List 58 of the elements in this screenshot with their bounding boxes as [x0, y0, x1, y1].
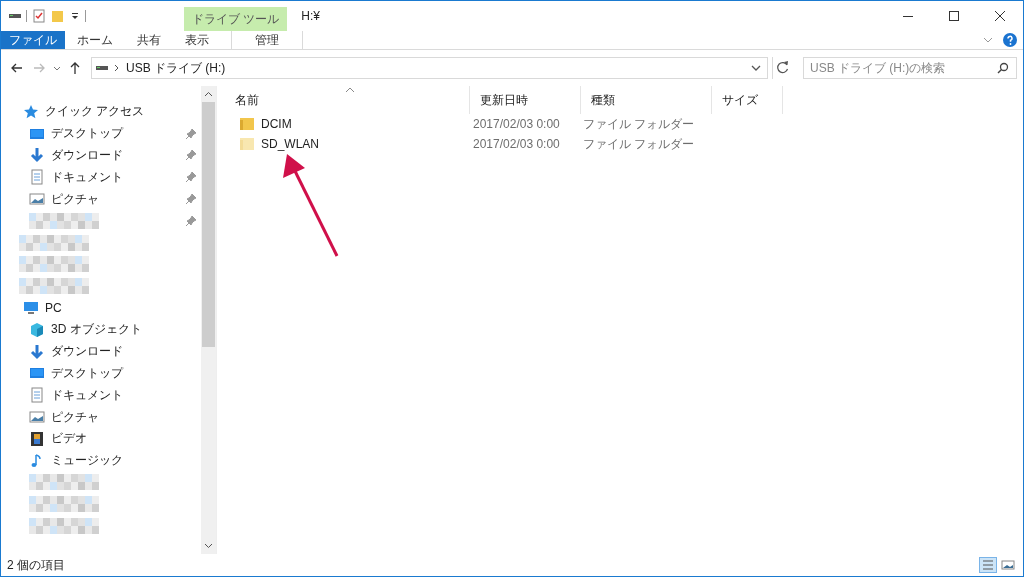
ribbon-tab[interactable]: 表示 [173, 31, 221, 49]
checklist-icon[interactable] [32, 9, 46, 23]
ribbon-tab[interactable]: 管理 [231, 31, 303, 49]
window-title: H:¥ [301, 8, 321, 25]
sidebar-item[interactable]: ダウンロード [1, 144, 201, 167]
pin-icon[interactable] [185, 127, 197, 140]
film-icon [29, 430, 45, 447]
pin-icon[interactable] [185, 193, 197, 206]
pin-icon[interactable] [185, 171, 197, 184]
search-field[interactable]: USB ドライブ (H:)の検索 [803, 57, 1017, 79]
scroll-thumb[interactable] [202, 102, 215, 347]
column-header[interactable]: 名前 [225, 86, 470, 114]
ribbon-tab[interactable]: ホーム [65, 31, 125, 49]
picture-icon [29, 191, 45, 208]
document-icon [29, 169, 45, 186]
sidebar-item[interactable]: ピクチャ [1, 406, 201, 428]
ribbon-tab[interactable]: ファイル [1, 31, 65, 49]
address-bar[interactable]: USB ドライブ (H:) [91, 57, 768, 79]
item-count: 2 個の項目 [7, 556, 65, 574]
large-icons-view-icon[interactable] [999, 557, 1017, 573]
column-header[interactable]: 種類 [581, 86, 712, 114]
sidebar-item[interactable]: クイック アクセス [1, 101, 201, 123]
scrollbar[interactable] [201, 86, 216, 554]
sidebar-item[interactable]: ドキュメント [1, 384, 201, 407]
pin-icon[interactable] [185, 214, 197, 227]
down-arrow-icon [29, 343, 45, 360]
modified-date: 2017/02/03 0:00 [472, 136, 561, 152]
column-header[interactable]: サイズ [712, 86, 783, 114]
file-name[interactable]: DCIM [261, 117, 292, 131]
modified-date: 2017/02/03 0:00 [472, 116, 561, 132]
document-icon [29, 387, 45, 404]
context-tab-group: ドライブ ツール [184, 7, 288, 31]
cube-icon [29, 321, 45, 338]
pixelated-entry [29, 212, 99, 229]
help-icon[interactable] [1003, 33, 1017, 47]
sidebar-item[interactable]: PC [1, 297, 201, 319]
sidebar-item[interactable]: デスクトップ [1, 122, 201, 145]
file-name[interactable]: SD_WLAN [261, 137, 319, 151]
sidebar-item[interactable]: デスクトップ [1, 362, 201, 385]
computer-icon [23, 300, 39, 317]
sidebar-item[interactable]: ピクチャ [1, 188, 201, 210]
sidebar-item[interactable]: ビデオ [1, 427, 201, 450]
address-path: USB ドライブ (H:) [126, 59, 226, 77]
drive-icon[interactable] [9, 14, 21, 18]
column-header[interactable]: 更新日時 [470, 86, 581, 114]
search-icon[interactable] [996, 61, 1010, 75]
file-type: ファイル フォルダー [582, 136, 696, 152]
sidebar-item[interactable]: ダウンロード [1, 340, 201, 363]
ribbon-tab[interactable]: 共有 [125, 31, 173, 49]
sidebar-item[interactable]: 3D オブジェクト [1, 318, 201, 341]
sidebar-item[interactable]: ミュージック [1, 449, 201, 472]
pin-icon[interactable] [185, 149, 197, 162]
file-type: ファイル フォルダー [582, 116, 696, 132]
sidebar-item[interactable]: ドキュメント [1, 166, 201, 189]
star-icon [23, 103, 39, 120]
down-arrow-icon [29, 147, 45, 164]
drive-icon [96, 66, 108, 70]
picture-icon [29, 409, 45, 426]
